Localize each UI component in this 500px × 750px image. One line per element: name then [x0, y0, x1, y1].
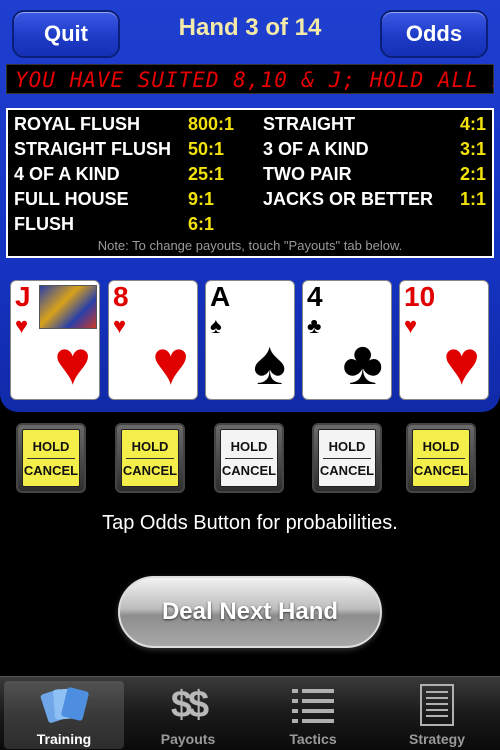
tab-label: Payouts: [160, 731, 216, 747]
hand-counter-title: Hand 3 of 14: [178, 14, 322, 41]
divider: [27, 457, 75, 459]
card-rank: 4: [307, 281, 323, 312]
hold-label: HOLD: [328, 438, 366, 454]
heart-icon: ♥: [443, 329, 480, 398]
hand-payout: 800:1: [188, 114, 235, 134]
hand-payout: 50:1: [188, 139, 225, 159]
paytable-row: FULL HOUSE: [14, 189, 129, 210]
card-rank: J: [15, 281, 31, 312]
paytable-row: FLUSH: [14, 214, 74, 235]
list-icon: [290, 683, 336, 727]
hand-payout: 9:1: [188, 189, 215, 209]
cards-icon: [38, 683, 90, 727]
hand-payout: 25:1: [188, 164, 225, 184]
heart-icon: ♥: [15, 313, 29, 338]
hand-name: 3 OF A KIND: [263, 139, 369, 159]
card-2[interactable]: 8 ♥ ♥: [108, 280, 198, 400]
hand-name: FLUSH: [14, 214, 74, 234]
cancel-label: CANCEL: [221, 462, 277, 478]
divider: [126, 457, 174, 459]
heart-icon: ♥: [404, 313, 418, 338]
hold-label: HOLD: [230, 438, 268, 454]
hand-payout: 3:1: [460, 139, 487, 159]
paytable-row: STRAIGHT FLUSH: [14, 139, 171, 160]
divider: [323, 457, 371, 459]
paytable-row: JACKS OR BETTER: [263, 189, 433, 210]
hand-name: STRAIGHT FLUSH: [14, 139, 171, 159]
spade-icon: ♠: [253, 329, 286, 398]
odds-button[interactable]: Odds: [380, 10, 488, 58]
paytable-row: 4 OF A KIND: [14, 164, 120, 185]
hold-button-3[interactable]: HOLD CANCEL: [214, 423, 284, 493]
card-4[interactable]: 4 ♣ ♣: [302, 280, 392, 400]
divider: [417, 457, 465, 459]
hold-state-indicator: HOLD CANCEL: [412, 429, 470, 487]
hand-name: JACKS OR BETTER: [263, 189, 434, 209]
hand-payout: 1:1: [460, 189, 487, 209]
hand-payout: 4:1: [460, 114, 487, 134]
cancel-label: CANCEL: [413, 462, 469, 478]
hold-label: HOLD: [32, 438, 70, 454]
deal-next-hand-button[interactable]: Deal Next Hand: [118, 576, 382, 648]
tab-strategy[interactable]: Strategy: [377, 681, 497, 749]
tab-label: Tactics: [289, 731, 337, 747]
advice-message: YOU HAVE SUITED 8,10 & J; HOLD ALL 3: [6, 64, 494, 94]
tab-training[interactable]: Training: [4, 681, 124, 749]
card-5[interactable]: 10 ♥ ♥: [399, 280, 489, 400]
cancel-label: CANCEL: [23, 462, 79, 478]
paytable: ROYAL FLUSH 800:1 STRAIGHT FLUSH 50:1 4 …: [6, 108, 494, 258]
hand-name: ROYAL FLUSH: [14, 114, 141, 134]
tab-tactics[interactable]: Tactics: [253, 681, 373, 749]
paytable-row: 3 OF A KIND: [263, 139, 369, 160]
hold-button-1[interactable]: HOLD CANCEL: [16, 423, 86, 493]
cancel-label: CANCEL: [319, 462, 375, 478]
heart-icon: ♥: [152, 329, 189, 398]
hold-label: HOLD: [422, 438, 460, 454]
game-panel: Quit Hand 3 of 14 Odds YOU HAVE SUITED 8…: [0, 0, 500, 412]
hand-payout: 2:1: [460, 164, 487, 184]
hand-name: STRAIGHT: [263, 114, 355, 134]
quit-button[interactable]: Quit: [12, 10, 120, 58]
club-icon: ♣: [307, 313, 322, 338]
tab-label: Strategy: [408, 731, 466, 747]
hold-state-indicator: HOLD CANCEL: [220, 429, 278, 487]
card-rank: A: [210, 281, 231, 312]
heart-icon: ♥: [113, 313, 127, 338]
paytable-row: TWO PAIR: [263, 164, 352, 185]
heart-icon: ♥: [54, 329, 91, 398]
document-icon: [419, 683, 455, 727]
card-3[interactable]: A ♠ ♠: [205, 280, 295, 400]
dollars-icon: $$: [170, 683, 209, 726]
hand-payout: 6:1: [188, 214, 215, 234]
hold-state-indicator: HOLD CANCEL: [22, 429, 80, 487]
hold-state-indicator: HOLD CANCEL: [121, 429, 179, 487]
paytable-row: ROYAL FLUSH: [14, 114, 140, 135]
hold-button-4[interactable]: HOLD CANCEL: [312, 423, 382, 493]
hand-name: 4 OF A KIND: [14, 164, 120, 184]
card-1[interactable]: J ♥ ♥: [10, 280, 100, 400]
card-rank: 10: [404, 281, 436, 312]
tab-label: Training: [36, 731, 92, 747]
tab-payouts[interactable]: $$ Payouts: [128, 681, 248, 749]
hold-label: HOLD: [131, 438, 169, 454]
jack-face-art: [39, 285, 97, 329]
card-rank: 8: [113, 281, 129, 312]
divider: [225, 457, 273, 459]
payout-note: Note: To change payouts, touch "Payouts"…: [97, 238, 403, 253]
tab-bar: Training $$ Payouts Tactics Strategy: [0, 676, 500, 750]
hand-name: TWO PAIR: [263, 164, 352, 184]
hold-button-5[interactable]: HOLD CANCEL: [406, 423, 476, 493]
hand-name: FULL HOUSE: [14, 189, 129, 209]
hold-state-indicator: HOLD CANCEL: [318, 429, 376, 487]
club-icon: ♣: [342, 329, 383, 398]
spade-icon: ♠: [210, 313, 222, 338]
hold-button-2[interactable]: HOLD CANCEL: [115, 423, 185, 493]
cancel-label: CANCEL: [122, 462, 178, 478]
odds-hint-text: Tap Odds Button for probabilities.: [102, 512, 398, 534]
paytable-row: STRAIGHT: [263, 114, 355, 135]
